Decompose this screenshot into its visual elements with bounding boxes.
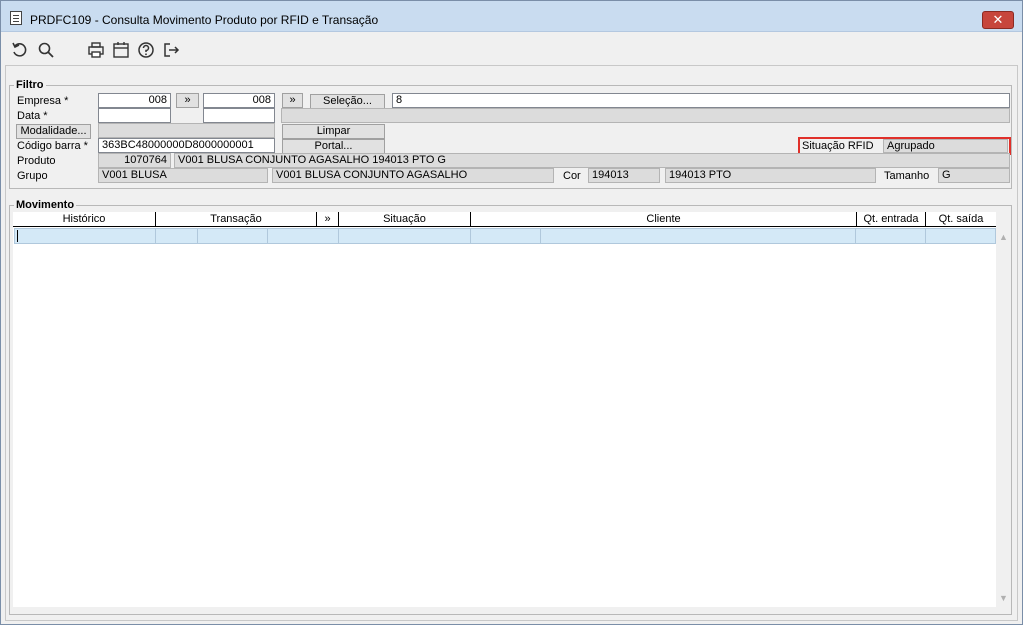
cell-sep [267, 229, 268, 243]
grid-header: Histórico Transação » Situação Cliente Q… [13, 212, 996, 227]
selecao-input[interactable]: 8 [392, 93, 1010, 108]
print-icon[interactable] [87, 41, 105, 59]
modalidade-button[interactable]: Modalidade... [16, 124, 91, 139]
search-icon[interactable] [37, 41, 55, 59]
tamanho-value: G [938, 168, 1010, 183]
portal-button[interactable]: Portal... [282, 139, 385, 154]
codigo-barra-input[interactable]: 363BC48000000D8000000001 [98, 138, 275, 153]
data-to-input[interactable] [203, 108, 275, 123]
col-transacao[interactable]: Transação [156, 212, 316, 226]
produto-code: 1070764 [98, 153, 171, 168]
grupo-label: Grupo [17, 170, 48, 182]
close-button[interactable]: ✕ [982, 11, 1014, 29]
data-label: Data * [17, 110, 48, 122]
text-caret [17, 230, 18, 242]
tamanho-label: Tamanho [884, 170, 930, 182]
cor-label: Cor [563, 170, 581, 182]
empresa-label: Empresa * [17, 95, 69, 107]
table-row[interactable] [14, 228, 996, 244]
scroll-up-icon[interactable]: ▲ [996, 230, 1011, 244]
exit-icon[interactable] [162, 41, 180, 59]
empresa-to-input[interactable]: 008 [203, 93, 275, 108]
content-area: Filtro Empresa * 008 » 008 » Seleção... … [5, 65, 1018, 621]
document-icon [10, 11, 22, 25]
col-qt-saida[interactable]: Qt. saída [926, 212, 996, 226]
codigo-barra-label: Código barra * [17, 140, 88, 152]
cell-sep [470, 229, 471, 243]
cell-sep [155, 229, 156, 243]
produto-label: Produto [17, 155, 56, 167]
empresa-range-button-2[interactable]: » [282, 93, 303, 108]
grupo-code: V001 BLUSA [98, 168, 268, 183]
produto-description: V001 BLUSA CONJUNTO AGASALHO 194013 PTO … [174, 153, 1010, 168]
data-description [281, 108, 1010, 123]
cor-description: 194013 PTO [665, 168, 876, 183]
col-cliente[interactable]: Cliente [471, 212, 856, 226]
filtro-legend: Filtro [14, 79, 46, 91]
calendar-icon[interactable] [112, 41, 130, 59]
selecao-button[interactable]: Seleção... [310, 94, 385, 109]
empresa-from-input[interactable]: 008 [98, 93, 171, 108]
cell-sep [925, 229, 926, 243]
cor-code: 194013 [588, 168, 660, 183]
col-expand-button[interactable]: » [317, 212, 338, 226]
help-icon[interactable] [137, 41, 155, 59]
grid-scrollbar[interactable]: ▲ ▼ [996, 228, 1011, 607]
cell-sep [540, 229, 541, 243]
col-situacao[interactable]: Situação [339, 212, 470, 226]
situacao-rfid-value: Agrupado [883, 139, 1008, 153]
empresa-range-button[interactable]: » [176, 93, 199, 108]
grupo-description: V001 BLUSA CONJUNTO AGASALHO [272, 168, 554, 183]
modalidade-field [98, 123, 275, 138]
col-historico[interactable]: Histórico [13, 212, 155, 226]
situacao-rfid-label: Situação RFID [802, 140, 874, 152]
cell-sep [338, 229, 339, 243]
cell-sep [197, 229, 198, 243]
movimento-grid: Histórico Transação » Situação Cliente Q… [13, 212, 996, 607]
data-from-input[interactable] [98, 108, 171, 123]
toolbar [1, 33, 1022, 65]
scroll-down-icon[interactable]: ▼ [996, 591, 1011, 605]
limpar-button[interactable]: Limpar [282, 124, 385, 139]
movimento-legend: Movimento [14, 199, 77, 211]
title-bar: PRDFC109 - Consulta Movimento Produto po… [1, 1, 1022, 32]
window-title: PRDFC109 - Consulta Movimento Produto po… [30, 13, 379, 27]
col-qt-entrada[interactable]: Qt. entrada [857, 212, 925, 226]
main-window: PRDFC109 - Consulta Movimento Produto po… [0, 0, 1023, 625]
undo-icon[interactable] [11, 41, 29, 59]
cell-sep [855, 229, 856, 243]
